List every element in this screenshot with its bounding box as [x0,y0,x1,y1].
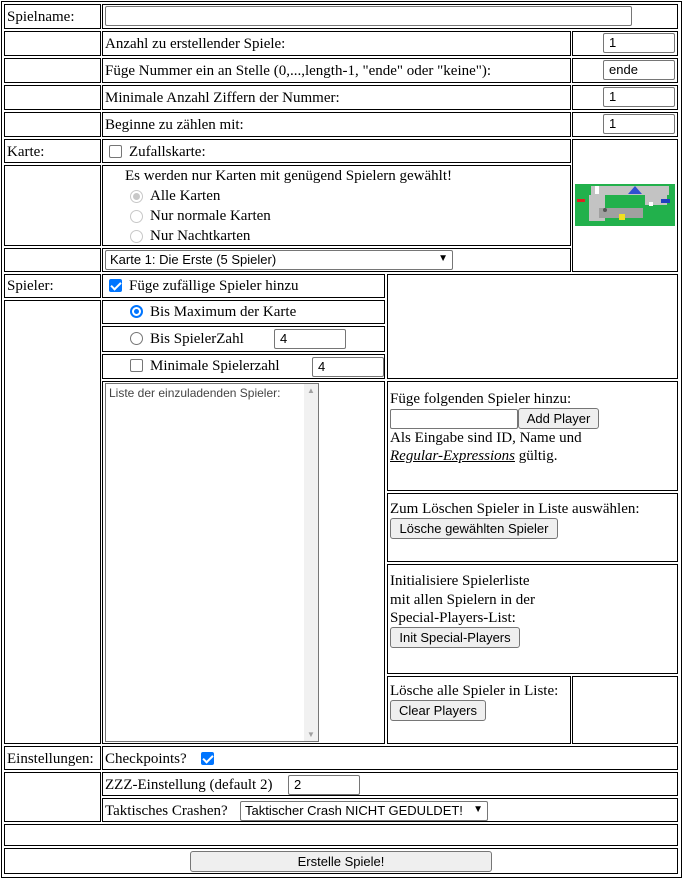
scrollbar[interactable]: ▲ ▼ [304,384,318,741]
radio-bis-spielerzahl[interactable] [130,332,143,345]
radio-nachtkarten[interactable] [130,230,143,243]
add-player-hint-1: Als Eingabe sind ID, Name und [390,430,582,446]
zzz-label: ZZZ-Einstellung (default 2) [105,777,273,793]
chevron-down-icon: ▼ [473,804,483,815]
init-special-players-button[interactable]: Init Special-Players [390,627,520,648]
beginne-label: Beginne zu zählen mit: [105,117,244,133]
create-games-button[interactable]: Erstelle Spiele! [190,851,492,872]
radio-alle-karten[interactable] [130,190,143,203]
empty-row [4,824,678,846]
radio-bis-maximum[interactable] [130,305,143,318]
spieler-spacer-cell [4,300,101,744]
crash-select[interactable]: Taktischer Crash NICHT GEDULDET! ▼ [240,801,488,821]
init-players-line3: Special-Players-List: [390,610,516,626]
checkpoints-cell [102,746,678,770]
checkpoints-checkbox[interactable] [201,752,214,765]
bis-maximum-label: Bis Maximum der Karte [150,304,297,320]
empty-cell [387,274,678,379]
einstellungen-label: Einstellungen: [7,751,94,767]
init-players-line1: Initialisiere Spielerliste [390,573,530,589]
empty-cell [4,772,101,822]
empty-cell [4,85,101,110]
empty-cell [572,676,678,744]
player-list-textarea[interactable]: Liste der einzuladenden Spieler: ▲ ▼ [105,383,319,742]
spielname-label: Spielname: [7,9,75,25]
crash-label: Taktisches Crashen? [105,803,228,819]
karte-select[interactable]: Karte 1: Die Erste (5 Spieler) ▼ [105,250,453,270]
add-player-input[interactable] [390,409,518,429]
zufall-checkbox[interactable] [109,145,122,158]
chevron-down-icon: ▼ [438,253,448,264]
karte-select-value: Karte 1: Die Erste (5 Spieler) [110,252,277,267]
nummer-label: Füge Nummer ein an Stelle (0,...,length-… [105,63,492,79]
add-player-button[interactable]: Add Player [518,408,599,429]
crash-select-value: Taktischer Crash NICHT GEDULDET! [245,803,463,818]
ziffern-label: Minimale Anzahl Ziffern der Nummer: [105,90,340,106]
clear-players-title: Lösche alle Spieler in Liste: [390,683,559,699]
random-players-checkbox[interactable] [109,279,122,292]
player-list-placeholder: Liste der einzuladenden Spieler: [109,386,281,400]
clear-players-button[interactable]: Clear Players [390,700,486,721]
spielname-input[interactable] [105,6,632,26]
option-alle-karten: Alle Karten [150,188,221,204]
karte-label: Karte: [7,144,45,160]
min-spielerzahl-label: Minimale Spielerzahl [150,358,280,374]
empty-cell [4,58,101,83]
option-nachtkarten: Nur Nachtkarten [150,228,251,244]
empty-cell [4,31,101,56]
scroll-up-icon[interactable]: ▲ [307,386,315,395]
empty-cell [4,248,101,272]
add-player-hint-2: Regular-Expressions gültig. [390,447,557,465]
delete-player-title: Zum Löschen Spieler in Liste auswählen: [390,501,640,517]
min-spielerzahl-input[interactable]: 4 [312,357,384,377]
regex-link[interactable]: Regular-Expressions [390,448,515,464]
add-player-title: Füge folgenden Spieler hinzu: [390,391,572,407]
bis-spielerzahl-input[interactable]: 4 [274,329,346,349]
random-players-label: Füge zufällige Spieler hinzu [129,278,299,294]
anzahl-input[interactable]: 1 [603,33,675,53]
checkpoints-label: Checkpoints? [105,751,187,767]
scroll-down-icon[interactable]: ▼ [307,730,315,739]
anzahl-label: Anzahl zu erstellender Spiele: [105,36,286,52]
zzz-input[interactable]: 2 [288,775,360,795]
empty-cell [4,112,101,137]
min-spielerzahl-checkbox[interactable] [130,359,143,372]
karten-info-text: Es werden nur Karten mit genügend Spiele… [125,168,452,184]
beginne-input[interactable]: 1 [603,114,675,134]
radio-normale-karten[interactable] [130,210,143,223]
empty-cell [4,165,101,246]
bis-spielerzahl-label: Bis SpielerZahl [150,331,244,347]
map-preview-image [575,184,675,226]
add-player-hint-suffix: gültig. [514,448,558,464]
delete-player-button[interactable]: Lösche gewählten Spieler [390,518,558,539]
nummer-input[interactable]: ende [603,60,675,80]
spieler-label: Spieler: [7,278,54,294]
option-normale-karten: Nur normale Karten [150,208,271,224]
ziffern-input[interactable]: 1 [603,87,675,107]
init-players-line2: mit allen Spielern in der [390,592,535,608]
zufall-label: Zufallskarte: [129,144,206,160]
